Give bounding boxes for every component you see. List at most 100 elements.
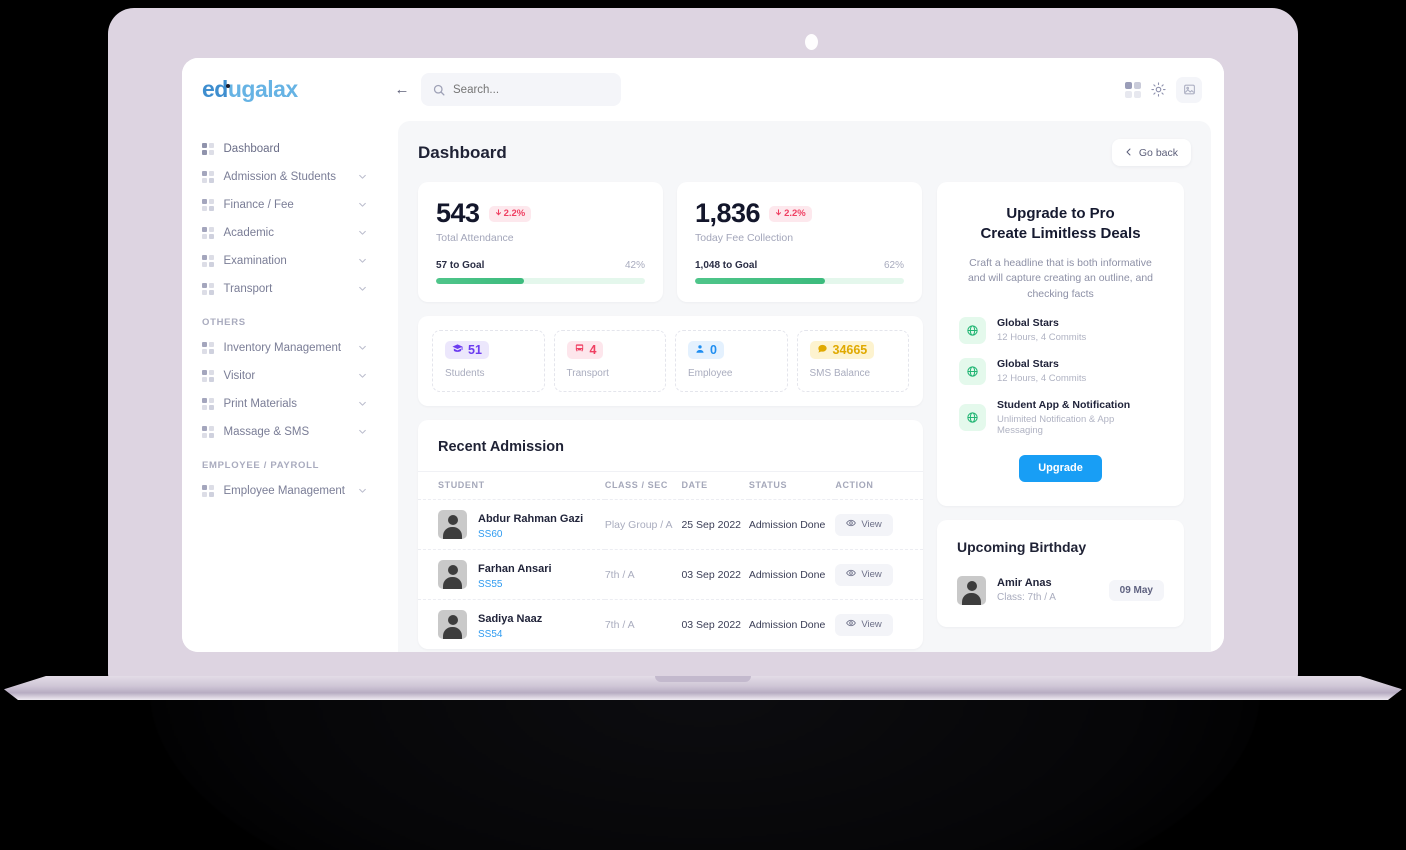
goal-percent: 62%: [883, 260, 904, 271]
globe-icon: [959, 403, 986, 431]
nav-item-icon: [202, 255, 214, 267]
sidebar-item-label: Print Materials: [223, 398, 298, 410]
column-header: ACTION: [835, 471, 923, 500]
sidebar-item-print-materials[interactable]: Print Materials: [182, 390, 385, 418]
status-cell: Admission Done: [748, 599, 836, 649]
search-box[interactable]: [421, 73, 621, 106]
mini-stat-value: 4: [589, 343, 597, 357]
birthday-name: Amir Anas: [997, 577, 1052, 590]
view-label: View: [861, 519, 882, 530]
upcoming-birthday-card: Upcoming Birthday Amir Anas Class: 7th / …: [937, 519, 1184, 627]
student-id[interactable]: SS60: [478, 529, 583, 540]
sidebar-item-label: Admission & Students: [223, 171, 337, 183]
search-input[interactable]: [453, 83, 603, 96]
status-cell: Admission Done: [748, 549, 836, 600]
upgrade-button[interactable]: Upgrade: [1019, 454, 1102, 482]
chevron-down-icon: [358, 399, 367, 410]
view-button[interactable]: View: [835, 513, 893, 536]
logo-part-2: ugalax: [227, 76, 298, 102]
mini-stat-pill: 4: [566, 341, 604, 359]
arrow-down-icon: [495, 208, 502, 219]
promo-feature-title: Global Stars: [997, 317, 1059, 330]
left-column: 543 2.2% Total Attendance 57 to Goal 42% 1,83…: [418, 182, 923, 649]
table-row[interactable]: Abdur Rahman Gazi SS60 Play Group / A 25 Se…: [418, 499, 923, 550]
promo-feature: Student App & Notification Unlimited Noti…: [959, 399, 1162, 436]
stat-card: 543 2.2% Total Attendance 57 to Goal 42%: [418, 182, 663, 302]
image-icon-button[interactable]: [1176, 76, 1202, 103]
sidebar-item-dashboard[interactable]: Dashboard: [182, 135, 385, 163]
view-button[interactable]: View: [835, 563, 893, 586]
sidebar-item-inventory-management[interactable]: Inventory Management: [182, 334, 385, 362]
sidebar-item-examination[interactable]: Examination: [182, 247, 385, 275]
app-logo[interactable]: edugalax: [182, 76, 385, 103]
student-name: Sadiya Naaz: [478, 613, 543, 625]
mini-stat-label: Students: [445, 368, 485, 379]
chevron-down-icon: [358, 256, 367, 267]
sidebar-item-label: Massage & SMS: [223, 426, 310, 438]
recent-admission-panel: Recent Admission STUDENT CLASS / SEC DATE S…: [418, 420, 923, 649]
upcoming-birthday-title: Upcoming Birthday: [957, 538, 1087, 555]
student-cell: Sadiya Naaz SS54: [418, 599, 605, 649]
eye-icon: [846, 618, 857, 631]
goal-percent: 42%: [624, 260, 645, 271]
progress-bar: [436, 278, 645, 284]
sidebar-item-finance-fee[interactable]: Finance / Fee: [182, 191, 385, 219]
sidebar-item-admission-students[interactable]: Admission & Students: [182, 163, 385, 191]
action-cell: View: [835, 599, 923, 649]
status-cell: Admission Done: [748, 499, 836, 550]
table-row[interactable]: Sadiya Naaz SS54 7th / A 03 Sep 2022 Admissi…: [418, 599, 923, 649]
laptop-shadow: [150, 690, 1260, 850]
birthday-row: Amir Anas Class: 7th / A 09 May: [957, 575, 1164, 605]
chevron-left-icon: [1125, 147, 1133, 159]
sidebar-item-label: Dashboard: [223, 143, 280, 155]
chevron-down-icon: [358, 284, 367, 295]
sidebar-item-transport[interactable]: Transport: [182, 275, 385, 303]
nav-item-icon: [202, 199, 214, 211]
grid-icon[interactable]: [1125, 81, 1141, 98]
chevron-down-icon: [358, 427, 367, 438]
promo-feature-title: Global Stars: [997, 358, 1059, 371]
nav-item-icon: [202, 227, 214, 239]
arrow-down-icon: [775, 208, 782, 219]
sidebar-item-employee-management[interactable]: Employee Management: [182, 477, 385, 505]
sidebar-item-academic[interactable]: Academic: [182, 219, 385, 247]
promo-feature-subtitle: Unlimited Notification & App Messaging: [997, 413, 1115, 436]
right-column: Upgrade to Pro Create Limitless Deals Cr…: [937, 182, 1184, 649]
promo-heading-line-2: Create Limitless Deals: [980, 225, 1141, 243]
sidebar-item-visitor[interactable]: Visitor: [182, 362, 385, 390]
logo-dot-icon: [226, 84, 230, 88]
promo-feature-title: Student App & Notification: [997, 398, 1131, 411]
search-icon: [433, 84, 445, 96]
view-button[interactable]: View: [835, 613, 893, 636]
promo-feature-subtitle: 12 Hours, 4 Commits: [997, 332, 1087, 344]
back-arrow-icon[interactable]: ←: [389, 77, 415, 103]
recent-admission-table: STUDENT CLASS / SEC DATE STATUS ACTION Abdur…: [418, 471, 923, 649]
sidebar-item-label: Transport: [223, 283, 273, 295]
nav-item-icon: [202, 485, 214, 497]
upgrade-promo-card: Upgrade to Pro Create Limitless Deals Cr…: [937, 182, 1184, 506]
student-id[interactable]: SS55: [478, 579, 552, 590]
chevron-down-icon: [358, 371, 367, 382]
topbar-actions: [1125, 76, 1224, 103]
sidebar-item-massage-sms[interactable]: Massage & SMS: [182, 418, 385, 446]
student-id[interactable]: SS54: [478, 629, 542, 640]
go-back-label: Go back: [1138, 146, 1178, 159]
promo-feature: Global Stars 12 Hours, 4 Commits: [959, 316, 1162, 344]
graduation-cap-icon: [452, 343, 463, 357]
column-header: STATUS: [748, 471, 836, 500]
sun-icon[interactable]: [1151, 82, 1166, 97]
class-sec-cell: 7th / A: [604, 599, 682, 649]
top-bar: edugalax ←: [182, 58, 1224, 121]
table-row[interactable]: Farhan Ansari SS55 7th / A 03 Sep 2022 Admis…: [418, 549, 923, 600]
app-screen: edugalax ← Search... Dashboard Admission…: [182, 58, 1224, 652]
student-cell: Abdur Rahman Gazi SS60: [418, 499, 605, 550]
student-cell: Farhan Ansari SS55: [418, 549, 605, 600]
mini-stat-card: 34665 SMS Balance: [796, 330, 909, 392]
status-badge: 2.2%: [488, 205, 532, 222]
mini-stat-pill: 34665: [809, 341, 875, 359]
mini-stat-label: Transport: [566, 368, 609, 379]
chat-icon: [817, 343, 828, 357]
logo-part-1: ed: [202, 76, 228, 102]
date-cell: 03 Sep 2022: [681, 599, 749, 649]
go-back-button[interactable]: Go back: [1111, 139, 1191, 166]
